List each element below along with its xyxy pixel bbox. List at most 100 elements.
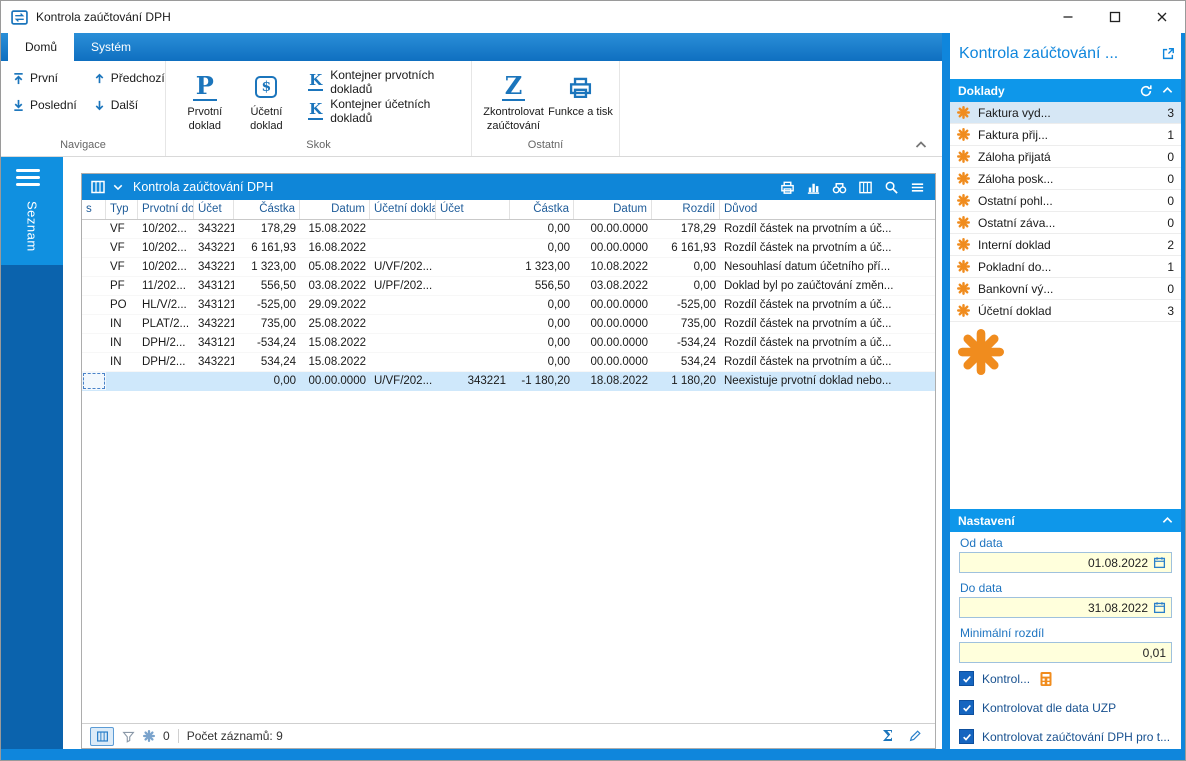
sidebar-tab-seznam[interactable]: Seznam xyxy=(25,201,40,252)
collapse-section-icon[interactable] xyxy=(1162,86,1173,95)
splitter[interactable] xyxy=(942,33,950,761)
column-header[interactable]: Prvotní do xyxy=(138,200,194,219)
table-row[interactable]: INDPH/2...343121-534,2415.08.20220,0000.… xyxy=(82,334,935,353)
column-header[interactable]: Částka xyxy=(510,200,574,219)
checkbox-row[interactable]: Kontrolovat dle data UZP xyxy=(959,700,1172,715)
checkbox xyxy=(959,671,974,686)
column-header[interactable]: Rozdíl xyxy=(652,200,720,219)
container-primary-button[interactable]: KKontejner prvotních dokladů xyxy=(303,70,467,94)
last-button[interactable]: Poslední xyxy=(10,95,79,115)
column-header[interactable]: Účetní doklad xyxy=(370,200,436,219)
checkbox-row[interactable]: Kontrol... xyxy=(959,671,1172,686)
table-row[interactable]: INPLAT/2...343221735,0025.08.20220,0000.… xyxy=(82,315,935,334)
column-header[interactable]: Účet xyxy=(436,200,510,219)
previous-button[interactable]: Předchozí xyxy=(91,68,167,88)
table-row[interactable]: POHL/V/2...343121-525,0029.09.20220,0000… xyxy=(82,296,935,315)
table-row[interactable]: VF10/202...3432216 161,9316.08.20220,000… xyxy=(82,239,935,258)
cell: 178,29 xyxy=(652,220,720,238)
menu-icon[interactable] xyxy=(910,180,925,195)
column-header[interactable]: Typ xyxy=(106,200,138,219)
primary-doc-button[interactable]: P Prvotní doklad xyxy=(175,68,235,134)
od-data-input[interactable]: 01.08.2022 xyxy=(959,552,1172,573)
cell: 10/202... xyxy=(138,239,194,257)
maximize-button[interactable] xyxy=(1091,1,1138,33)
container-accounting-button[interactable]: KKontejner účetních dokladů xyxy=(303,99,467,123)
calculator-icon[interactable] xyxy=(1038,671,1054,687)
collapse-section-icon[interactable] xyxy=(1162,516,1173,525)
collapse-ribbon-icon[interactable] xyxy=(915,141,927,149)
doklady-item[interactable]: Záloha přijatá0 xyxy=(950,146,1181,168)
table-row[interactable]: VF10/202...3432211 323,0005.08.2022U/VF/… xyxy=(82,258,935,277)
calendar-icon[interactable] xyxy=(1153,601,1166,614)
column-header[interactable]: Datum xyxy=(574,200,652,219)
field-label: Do data xyxy=(960,581,1172,595)
table-row[interactable]: 0,0000.00.0000U/VF/202...343221-1 180,20… xyxy=(82,372,935,391)
ribbon-tab-domu[interactable]: Domů xyxy=(8,33,74,61)
filter-icon[interactable] xyxy=(122,730,135,743)
column-header[interactable]: s xyxy=(82,200,106,219)
checkbox-row[interactable]: Kontrolovat zaúčtování DPH pro t... xyxy=(959,729,1172,744)
open-window-icon[interactable] xyxy=(1161,47,1175,61)
doklady-item[interactable]: Faktura přij...1 xyxy=(950,124,1181,146)
sidebar: Seznam xyxy=(1,157,63,761)
window-edge xyxy=(1181,33,1186,761)
checkbox xyxy=(959,700,974,715)
table-row[interactable]: PF11/202...343121556,5003.08.2022U/PF/20… xyxy=(82,277,935,296)
nastaveni-section: Nastavení Od data01.08.2022Do data31.08.… xyxy=(950,509,1181,758)
edit-icon[interactable] xyxy=(908,729,922,743)
doklady-item[interactable]: Záloha posk...0 xyxy=(950,168,1181,190)
column-header[interactable]: Účet xyxy=(194,200,234,219)
cell: 343221 xyxy=(194,220,234,238)
doklady-item-label: Faktura vyd... xyxy=(978,106,1163,120)
filter-count: 0 xyxy=(163,729,170,743)
cell: VF xyxy=(106,220,138,238)
accounting-doc-button[interactable]: $ Účetní doklad xyxy=(237,68,297,134)
refresh-icon[interactable] xyxy=(1139,84,1153,98)
sum-icon[interactable]: Σ xyxy=(882,729,893,744)
table-view-icon[interactable] xyxy=(90,179,106,195)
minimize-button[interactable] xyxy=(1044,1,1091,33)
nastaveni-fields: Od data01.08.2022Do data31.08.2022Minimá… xyxy=(959,536,1172,663)
minimalni-rozdil-input[interactable]: 0,01 xyxy=(959,642,1172,663)
cell: 735,00 xyxy=(234,315,300,333)
nastaveni-header-label: Nastavení xyxy=(958,514,1015,528)
chevron-down-icon[interactable] xyxy=(113,183,123,191)
column-header[interactable]: Částka xyxy=(234,200,300,219)
last-label: Poslední xyxy=(30,98,77,112)
binoculars-icon[interactable] xyxy=(832,180,847,195)
calendar-icon[interactable] xyxy=(1153,556,1166,569)
asterisk-icon xyxy=(957,216,970,229)
doklady-item[interactable]: Pokladní do...1 xyxy=(950,256,1181,278)
doklady-item[interactable]: Interní doklad2 xyxy=(950,234,1181,256)
cell: 16.08.2022 xyxy=(300,239,370,257)
doklady-item[interactable]: Účetní doklad3 xyxy=(950,300,1181,322)
do-data-input[interactable]: 31.08.2022 xyxy=(959,597,1172,618)
table-row[interactable]: VF10/202...343221178,2915.08.20220,0000.… xyxy=(82,220,935,239)
columns-toggle-button[interactable] xyxy=(90,727,114,746)
column-header[interactable]: Důvod xyxy=(720,200,935,219)
column-header[interactable]: Datum xyxy=(300,200,370,219)
next-button[interactable]: Další xyxy=(91,95,167,115)
field: Do data 31.08.2022 xyxy=(959,581,1172,618)
money-asterisk-watermark xyxy=(958,329,1004,375)
functions-print-button[interactable]: Funkce a tisk xyxy=(548,68,613,120)
menu-icon[interactable] xyxy=(16,169,40,186)
first-button[interactable]: První xyxy=(10,68,79,88)
columns-icon[interactable] xyxy=(858,180,873,195)
zoom-icon[interactable] xyxy=(884,180,899,195)
print-icon[interactable] xyxy=(780,180,795,195)
doklady-item[interactable]: Ostatní záva...0 xyxy=(950,212,1181,234)
ribbon-tab-system[interactable]: Systém xyxy=(74,33,148,61)
cell: 178,29 xyxy=(234,220,300,238)
table-row[interactable]: INDPH/2...343221534,2415.08.20220,0000.0… xyxy=(82,353,935,372)
doklady-item[interactable]: Faktura vyd...3 xyxy=(950,102,1181,124)
doklady-item-label: Záloha přijatá xyxy=(978,150,1163,164)
doklady-item[interactable]: Bankovní vý...0 xyxy=(950,278,1181,300)
asterisk-icon xyxy=(957,194,970,207)
close-button[interactable] xyxy=(1138,1,1185,33)
chart-icon[interactable] xyxy=(806,180,821,195)
freeze-icon[interactable] xyxy=(143,730,155,742)
doklady-item[interactable]: Ostatní pohl...0 xyxy=(950,190,1181,212)
first-label: První xyxy=(30,71,58,85)
check-posting-button[interactable]: Z Zkontrolovat zaúčtování xyxy=(481,68,546,134)
